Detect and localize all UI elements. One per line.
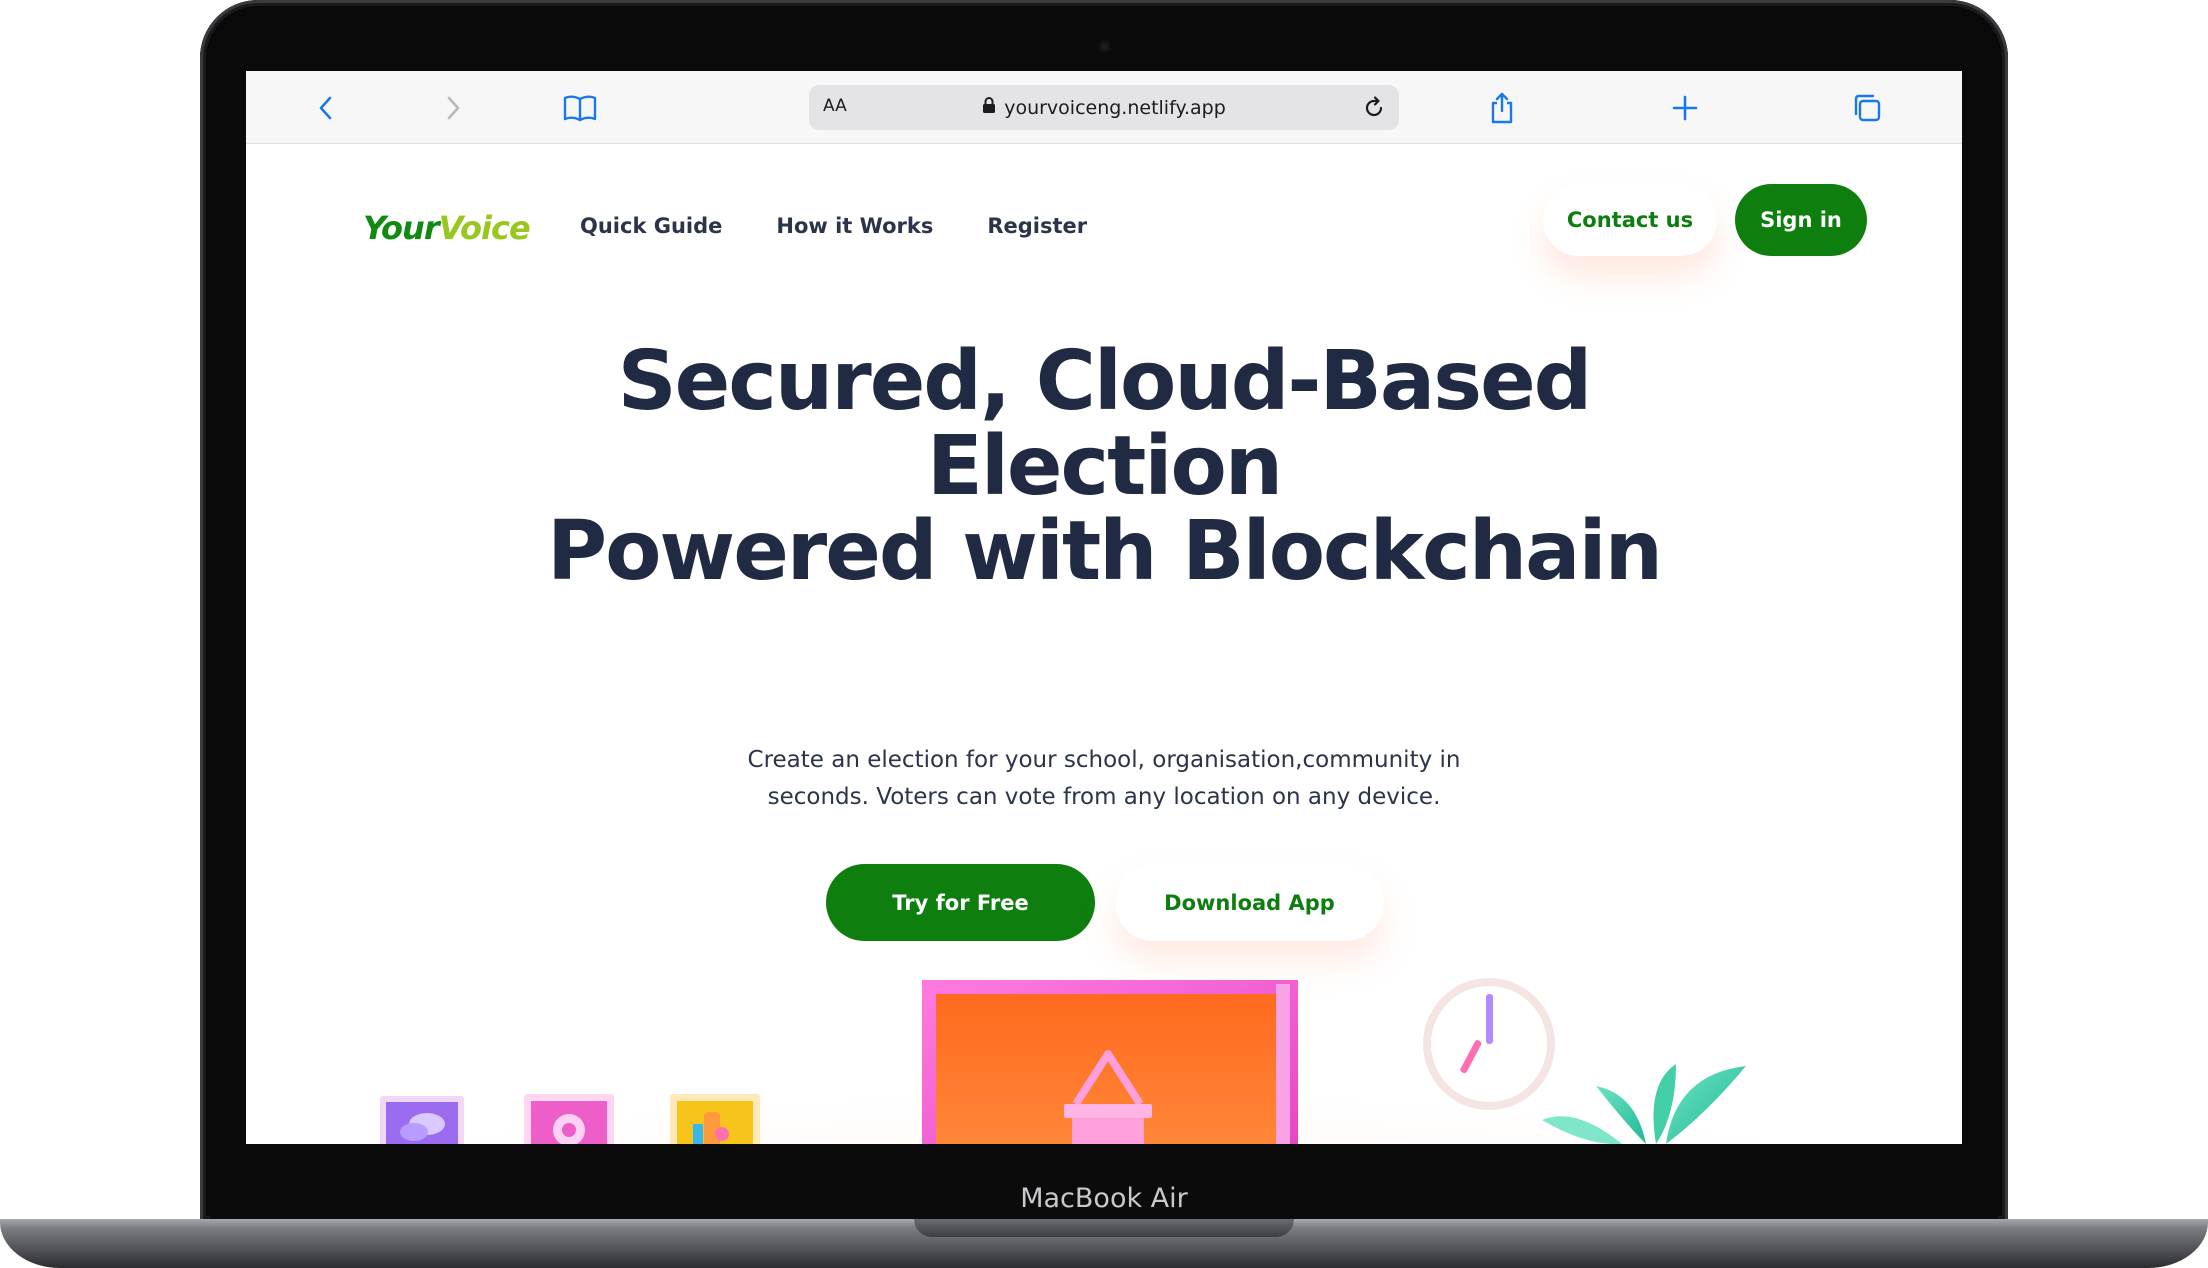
url-display[interactable]: yourvoiceng.netlify.app — [809, 85, 1399, 130]
web-page: YourVoice Quick Guide How it Works Regis… — [246, 144, 1962, 1144]
back-icon[interactable] — [306, 88, 346, 128]
chat-frame — [380, 1096, 464, 1144]
logo-part-voice: Voice — [438, 209, 531, 247]
logo-part-your: Your — [363, 209, 440, 247]
hero-illustration — [327, 978, 1885, 1144]
hero-title-line-1: Secured, Cloud-Based — [617, 334, 1593, 429]
hero-title-line-2: Election — [926, 419, 1283, 514]
hero-subtitle-line-2: seconds. Voters can vote from any locati… — [767, 784, 1441, 810]
browser-toolbar: AA yourvoiceng.netlify.app — [246, 71, 1962, 144]
main-nav: Quick Guide How it Works Register — [580, 214, 1087, 238]
forward-icon[interactable] — [433, 88, 473, 128]
nav-register[interactable]: Register — [987, 214, 1087, 238]
lock-icon — [982, 96, 996, 119]
hero-title: Secured, Cloud-Based Election Powered wi… — [246, 339, 1962, 594]
sign-in-button[interactable]: Sign in — [1735, 184, 1867, 256]
nav-quick-guide[interactable]: Quick Guide — [580, 214, 722, 238]
bookmarks-icon[interactable] — [560, 88, 600, 128]
site-logo[interactable]: YourVoice — [363, 209, 531, 247]
trackpad-notch — [914, 1219, 1294, 1237]
clock-icon — [1423, 978, 1555, 1110]
address-bar[interactable]: AA yourvoiceng.netlify.app — [809, 85, 1399, 130]
reload-icon[interactable] — [1359, 93, 1389, 123]
share-icon[interactable] — [1482, 88, 1522, 128]
browser-screen: AA yourvoiceng.netlify.app YourVoice Qui… — [246, 71, 1962, 1144]
tabs-overview-icon[interactable] — [1847, 88, 1887, 128]
webcam — [1098, 40, 1111, 53]
download-app-button[interactable]: Download App — [1115, 864, 1384, 941]
ballot-board — [922, 980, 1298, 1144]
new-tab-icon[interactable] — [1665, 88, 1705, 128]
thumbs-frame — [670, 1094, 760, 1144]
hero-title-line-3: Powered with Blockchain — [547, 504, 1663, 599]
hero-subtitle-line-1: Create an election for your school, orga… — [747, 747, 1461, 773]
nav-how-it-works[interactable]: How it Works — [776, 214, 933, 238]
url-text: yourvoiceng.netlify.app — [1004, 96, 1226, 119]
try-for-free-button[interactable]: Try for Free — [826, 864, 1095, 941]
device-label: MacBook Air — [1020, 1183, 1188, 1214]
hero-subtitle: Create an election for your school, orga… — [246, 742, 1962, 816]
chart-frame — [524, 1094, 614, 1144]
contact-us-button[interactable]: Contact us — [1543, 184, 1717, 256]
